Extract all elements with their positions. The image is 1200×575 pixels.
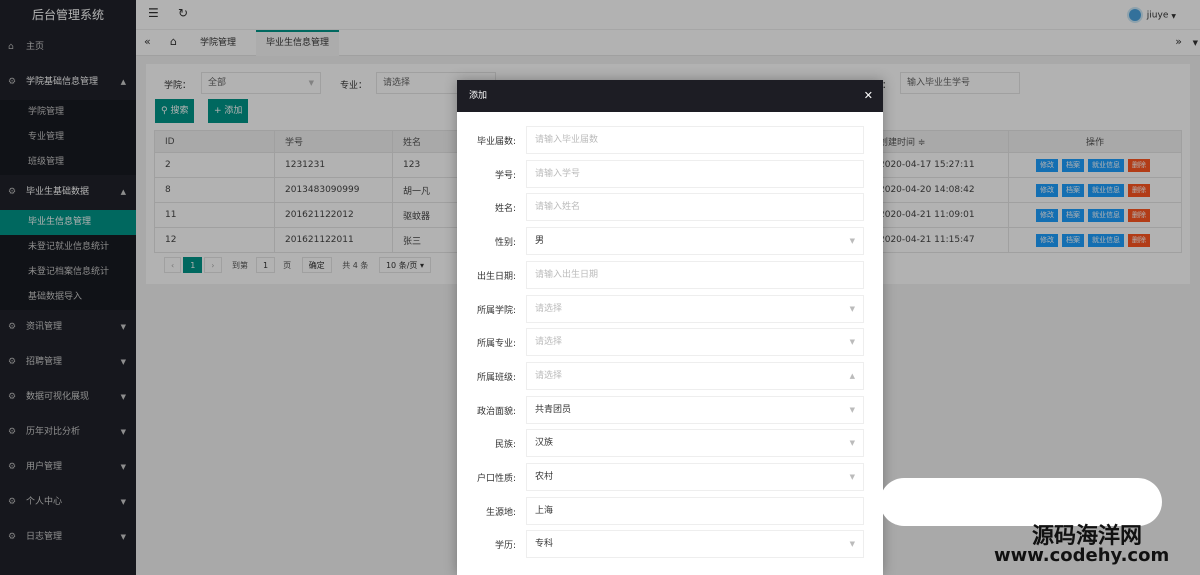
form-label: 户口性质: xyxy=(476,474,516,484)
form-select[interactable]: 请选择 ▼ xyxy=(526,328,864,357)
form-input[interactable]: 上海 xyxy=(526,496,864,525)
form-select[interactable]: 请选择 ▲ xyxy=(526,361,864,390)
chevron-down-icon: ▼ xyxy=(849,304,855,313)
form-select[interactable]: 共青团员 ▼ xyxy=(526,395,864,424)
chevron-up-icon: ▲ xyxy=(849,371,855,380)
form-row: 学历: 专科 ▼ xyxy=(457,530,883,559)
form-label: 政治面貌: xyxy=(476,406,516,417)
chevron-down-icon: ▼ xyxy=(849,338,855,347)
form-label: 学历: xyxy=(494,541,516,552)
chevron-down-icon: ▼ xyxy=(849,237,855,246)
chevron-down-icon: ▼ xyxy=(849,405,855,414)
form-select[interactable]: 请选择 ▼ xyxy=(526,294,864,323)
form-label: 所属学院: xyxy=(476,305,516,316)
form-label: 毕业届数: xyxy=(476,137,516,147)
form-input[interactable]: 请输入姓名 xyxy=(526,193,864,222)
chevron-down-icon: ▼ xyxy=(849,473,855,481)
form-label: 学号: xyxy=(494,170,516,181)
close-icon[interactable]: ✕ xyxy=(864,80,873,112)
form-label: 所属专业: xyxy=(476,339,516,350)
chevron-down-icon: ▼ xyxy=(849,439,855,448)
form-select[interactable]: 汉族 ▼ xyxy=(526,429,864,458)
form-row: 民族: 汉族 ▼ xyxy=(457,429,883,458)
dialog-title: 添加 xyxy=(469,91,488,101)
add-graduate-dialog: 添加 ✕ 毕业届数: 请输入毕业届数学号: 请输入学号姓名: 请输入姓名性别: 男 ▼ 出生… xyxy=(457,80,883,575)
form-row: 政治面貌: 共青团员 ▼ xyxy=(457,395,883,424)
form-row: 毕业届数: 请输入毕业届数 xyxy=(457,126,883,154)
form-label: 出生日期: xyxy=(476,271,516,282)
dialog-header: 添加 ✕ xyxy=(457,80,883,112)
form-label: 性别: xyxy=(494,238,516,249)
chevron-down-icon: ▼ xyxy=(849,540,855,549)
form-label: 生源地: xyxy=(485,507,516,518)
form-row: 所属班级: 请选择 ▲ xyxy=(457,361,883,390)
form-row: 所属学院: 请选择 ▼ xyxy=(457,294,883,323)
form-label: 民族: xyxy=(494,440,516,451)
form-input[interactable]: 请输入学号 xyxy=(526,159,864,188)
form-row: 性别: 男 ▼ xyxy=(457,227,883,256)
form-select[interactable]: 专科 ▼ xyxy=(526,530,864,559)
form-row: 户口性质: 农村 ▼ xyxy=(457,463,883,491)
form-row: 所属专业: 请选择 ▼ xyxy=(457,328,883,357)
form-row: 学号: 请输入学号 xyxy=(457,159,883,188)
form-row: 生源地: 上海 xyxy=(457,496,883,525)
form-label: 所属班级: xyxy=(476,372,516,383)
form-row: 姓名: 请输入姓名 xyxy=(457,193,883,222)
form-input[interactable]: 请输入出生日期 xyxy=(526,260,864,289)
watermark-url: www.codehy.com xyxy=(994,545,1170,566)
form-input[interactable]: 请输入毕业届数 xyxy=(526,126,864,154)
form-select[interactable]: 农村 ▼ xyxy=(526,463,864,491)
form-select[interactable]: 男 ▼ xyxy=(526,227,864,256)
form-row: 出生日期: 请输入出生日期 xyxy=(457,260,883,289)
form-label: 姓名: xyxy=(494,204,516,215)
